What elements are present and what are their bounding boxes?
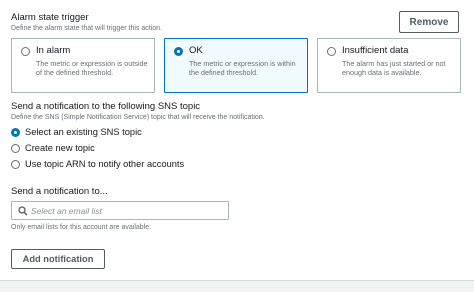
radio-existing-topic[interactable] bbox=[11, 128, 20, 137]
tile-description: The alarm has just started or not enough… bbox=[342, 59, 446, 77]
radio-insufficient-data[interactable] bbox=[327, 47, 336, 56]
search-icon bbox=[18, 206, 28, 216]
sns-option-new[interactable]: Create new topic bbox=[11, 143, 261, 155]
radio-topic-arn[interactable] bbox=[11, 160, 20, 169]
alarm-action-panel: Alarm state trigger Define the alarm sta… bbox=[0, 0, 474, 281]
sns-topic-description: Define the SNS (Simple Notification Serv… bbox=[11, 114, 265, 121]
option-label: Select an existing SNS topic bbox=[25, 127, 142, 137]
add-notification-button[interactable]: Add notification bbox=[11, 249, 105, 269]
tile-description: The metric or expression is outside of t… bbox=[36, 59, 148, 77]
option-label: Use topic ARN to notify other accounts bbox=[25, 159, 185, 169]
sns-topic-title: Send a notification to the following SNS… bbox=[11, 101, 201, 112]
email-list-input[interactable] bbox=[31, 204, 221, 217]
tile-label: In alarm bbox=[36, 45, 71, 56]
option-label: Create new topic bbox=[25, 143, 95, 153]
tile-label: OK bbox=[189, 45, 203, 56]
email-list-search[interactable] bbox=[11, 201, 229, 220]
alarm-state-tile-in-alarm[interactable]: In alarm The metric or expression is out… bbox=[11, 38, 155, 93]
alarm-state-title: Alarm state trigger bbox=[11, 12, 89, 23]
email-list-hint: Only email lists for this account are av… bbox=[11, 224, 152, 231]
sns-option-existing[interactable]: Select an existing SNS topic bbox=[11, 127, 261, 139]
tile-description: The metric or expression is within the d… bbox=[189, 59, 296, 77]
alarm-state-tile-insufficient-data[interactable]: Insufficient data The alarm has just sta… bbox=[317, 38, 461, 93]
radio-ok[interactable] bbox=[174, 47, 183, 56]
tile-label: Insufficient data bbox=[342, 45, 409, 56]
sns-option-arn[interactable]: Use topic ARN to notify other accounts bbox=[11, 159, 261, 171]
radio-in-alarm[interactable] bbox=[21, 47, 30, 56]
remove-button[interactable]: Remove bbox=[399, 11, 459, 33]
radio-new-topic[interactable] bbox=[11, 144, 20, 153]
alarm-state-description: Define the alarm state that will trigger… bbox=[11, 25, 162, 32]
alarm-state-tile-ok[interactable]: OK The metric or expression is within th… bbox=[164, 38, 308, 93]
notify-title: Send a notification to... bbox=[11, 186, 108, 197]
